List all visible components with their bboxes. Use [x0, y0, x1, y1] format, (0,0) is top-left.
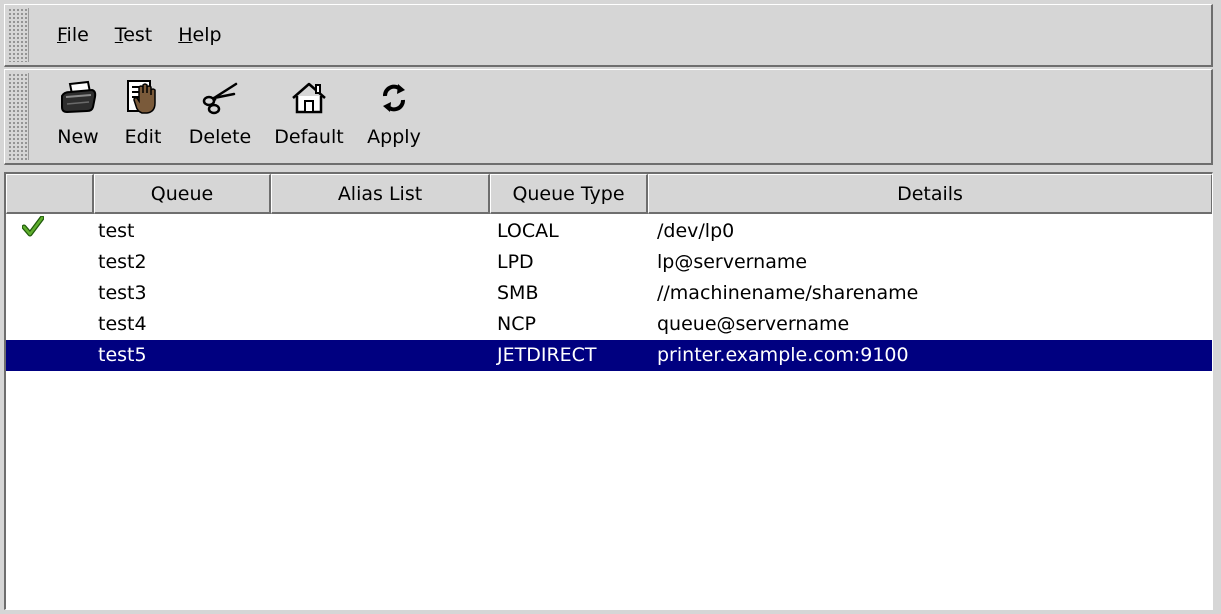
table-body: test LOCAL /dev/lp0 test2 LPD lp@servern… [6, 215, 1212, 371]
refresh-icon [374, 78, 414, 118]
queue-cell: test4 [98, 313, 147, 335]
toolbar-grip-handle[interactable] [8, 73, 29, 160]
menu-test[interactable]: Test [113, 22, 154, 48]
checkmark-icon [21, 215, 45, 248]
queue-cell: test5 [98, 344, 147, 366]
queue-type-cell: JETDIRECT [497, 344, 597, 366]
column-header-queue[interactable]: Queue [94, 174, 271, 214]
queue-cell: test3 [98, 282, 147, 304]
home-icon [289, 78, 329, 118]
new-button-label: New [57, 126, 99, 148]
menu-help[interactable]: Help [176, 22, 223, 48]
column-header-default[interactable] [6, 174, 94, 214]
details-cell: //machinename/sharename [657, 282, 919, 304]
queue-type-cell: NCP [497, 313, 536, 335]
toolbar: New Edit Delete Default Apply [4, 69, 1213, 165]
default-cell [21, 215, 52, 248]
table-header: Queue Alias List Queue Type Details [6, 174, 1212, 214]
default-cell [22, 309, 52, 340]
apply-button[interactable]: Apply [357, 78, 431, 148]
column-header-alias-list[interactable]: Alias List [271, 174, 490, 214]
column-header-queue-type[interactable]: Queue Type [490, 174, 648, 214]
table-row[interactable]: test LOCAL /dev/lp0 [6, 215, 1212, 248]
apply-button-label: Apply [367, 126, 421, 148]
printer-icon [58, 78, 98, 118]
default-cell [22, 340, 52, 371]
menubar: File Test Help [4, 4, 1213, 67]
table-row[interactable]: test3 SMB //machinename/sharename [6, 278, 1212, 309]
printer-config-window: File Test Help New Edit Delete Default A… [0, 0, 1221, 614]
table-row[interactable]: test4 NCP queue@servername [6, 309, 1212, 340]
delete-button[interactable]: Delete [179, 78, 261, 148]
menubar-grip-handle[interactable] [8, 8, 29, 62]
details-cell: /dev/lp0 [657, 220, 735, 242]
default-button-label: Default [274, 126, 344, 148]
details-cell: lp@servername [657, 251, 808, 273]
default-cell [22, 278, 52, 309]
table-row[interactable]: test2 LPD lp@servername [6, 247, 1212, 278]
queue-type-cell: SMB [497, 282, 539, 304]
queue-cell: test2 [98, 251, 147, 273]
edit-button[interactable]: Edit [107, 78, 179, 148]
table-row-selected[interactable]: test5 JETDIRECT printer.example.com:9100 [6, 340, 1212, 371]
menu-file[interactable]: File [55, 22, 91, 48]
edit-hand-icon [123, 78, 163, 118]
edit-button-label: Edit [124, 126, 162, 148]
scissors-icon [200, 78, 240, 118]
default-cell [22, 247, 52, 278]
queue-type-cell: LOCAL [497, 220, 559, 242]
default-button[interactable]: Default [261, 78, 357, 148]
new-button[interactable]: New [49, 78, 107, 148]
details-cell: printer.example.com:9100 [657, 344, 909, 366]
queue-cell: test [98, 220, 135, 242]
details-cell: queue@servername [657, 313, 850, 335]
column-header-details[interactable]: Details [648, 174, 1212, 214]
queue-table: Queue Alias List Queue Type Details test… [4, 172, 1213, 610]
queue-type-cell: LPD [497, 251, 534, 273]
delete-button-label: Delete [188, 126, 252, 148]
